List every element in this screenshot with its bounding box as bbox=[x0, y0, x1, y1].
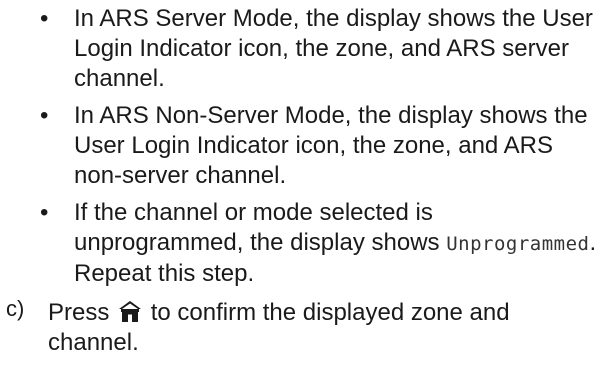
bullet-list: • In ARS Server Mode, the display shows … bbox=[40, 4, 600, 296]
bullet-text-before: If the channel or mode selected is unpro… bbox=[74, 199, 447, 256]
list-item-ars-server-mode: • In ARS Server Mode, the display shows … bbox=[40, 4, 600, 94]
step-marker: c) bbox=[6, 296, 25, 321]
bullet-dot: • bbox=[40, 102, 49, 129]
step-text: Press to confirm the displayed zone and … bbox=[48, 298, 596, 358]
home-icon bbox=[119, 301, 142, 322]
bullet-text: In ARS Server Mode, the display shows th… bbox=[74, 5, 593, 92]
step-text-before: Press bbox=[48, 299, 110, 326]
bullet-dot: • bbox=[40, 199, 49, 226]
bullet-dot: • bbox=[40, 5, 49, 32]
bullet-text: In ARS Non-Server Mode, the display show… bbox=[74, 102, 588, 189]
list-item-unprogrammed: • If the channel or mode selected is unp… bbox=[40, 198, 600, 289]
document-page: • In ARS Server Mode, the display shows … bbox=[0, 0, 603, 368]
step-c: c) Press to confirm the displayed zone a… bbox=[6, 296, 596, 358]
list-item-ars-non-server-mode: • In ARS Non-Server Mode, the display sh… bbox=[40, 101, 600, 191]
display-text-unprogrammed: Unprogrammed bbox=[446, 233, 590, 255]
